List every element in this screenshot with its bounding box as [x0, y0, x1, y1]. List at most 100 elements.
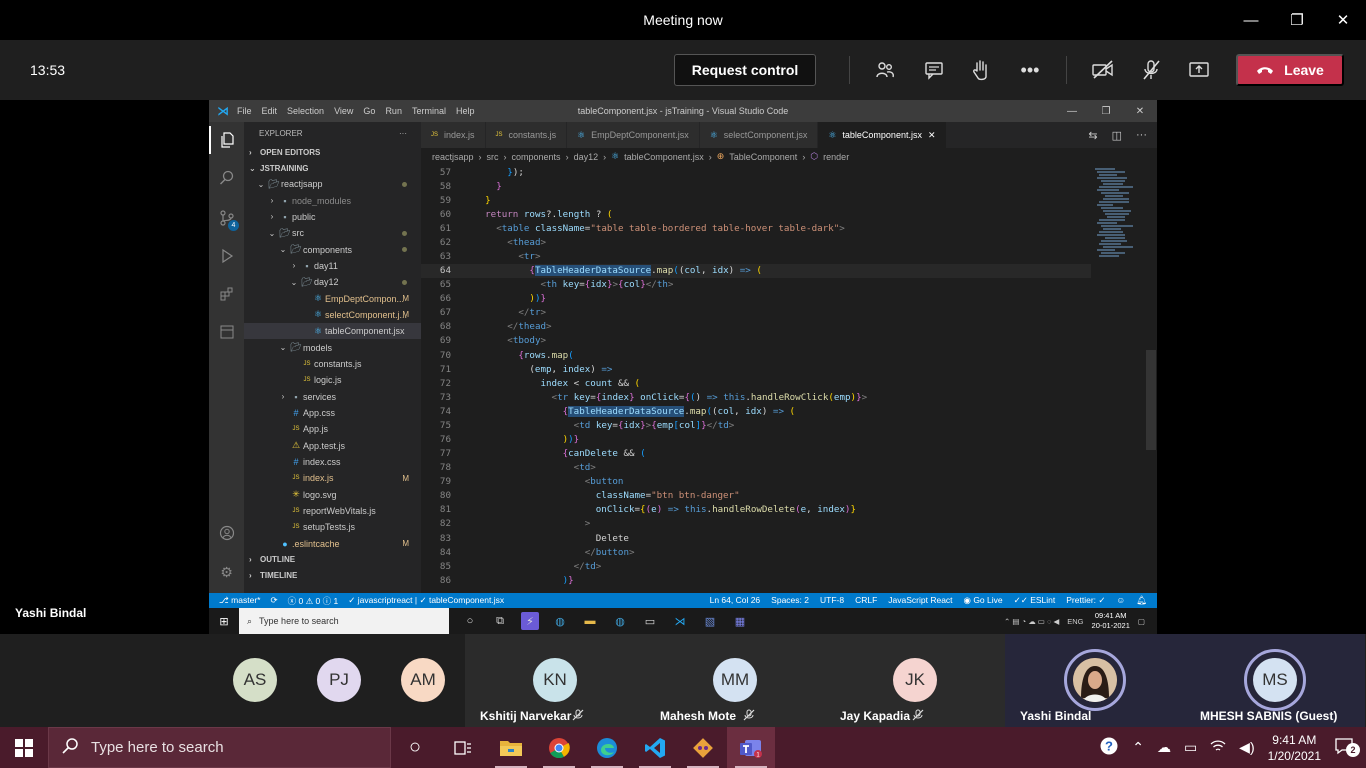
- tree-item[interactable]: ● .eslintcache M: [244, 536, 421, 552]
- git-tool-icon[interactable]: [679, 727, 727, 768]
- taskbar-search-box[interactable]: Type here to search: [48, 727, 391, 768]
- code-line[interactable]: 75 <td key={idx}>{emp[col]}</td>: [421, 418, 1091, 432]
- encoding[interactable]: UTF-8: [820, 595, 844, 606]
- code-line[interactable]: 76 ))}: [421, 432, 1091, 446]
- accounts-icon[interactable]: [209, 519, 244, 547]
- participant-avatar[interactable]: MS: [1253, 658, 1297, 702]
- tree-item[interactable]: # App.css: [244, 405, 421, 421]
- chevron-up-icon[interactable]: ⌃: [1132, 739, 1144, 756]
- tree-item[interactable]: JS constants.js: [244, 356, 421, 372]
- prettier-status[interactable]: Prettier: ✓: [1066, 595, 1105, 606]
- maximize-icon[interactable]: ❐: [1274, 0, 1320, 40]
- minimize-icon[interactable]: —: [1055, 100, 1089, 122]
- source-control-icon[interactable]: 4: [209, 204, 244, 232]
- workspace-section[interactable]: ⌄ JSTRAINING: [244, 160, 421, 176]
- menu-go[interactable]: Go: [363, 106, 375, 116]
- onedrive-icon[interactable]: ☁: [1157, 739, 1171, 756]
- branch-status[interactable]: ⎇ master*: [219, 595, 260, 607]
- notifications-bell-icon[interactable]: 🔔︎: [1136, 595, 1147, 606]
- tree-item[interactable]: ⌄ 📂︎ models: [244, 339, 421, 355]
- menu-run[interactable]: Run: [385, 106, 402, 116]
- battery-icon[interactable]: ▭: [1184, 739, 1197, 756]
- tree-item[interactable]: ⚛ EmpDeptCompon... M: [244, 290, 421, 306]
- more-actions-icon[interactable]: ···: [399, 129, 407, 138]
- extensions-icon[interactable]: [209, 280, 244, 308]
- menu-selection[interactable]: Selection: [287, 106, 324, 116]
- code-line[interactable]: 72 index < count && (: [421, 376, 1091, 390]
- code-line[interactable]: 85 </td>: [421, 559, 1091, 573]
- help-icon[interactable]: ?: [1099, 736, 1119, 759]
- code-line[interactable]: 66 ))}: [421, 292, 1091, 306]
- outline-section[interactable]: › OUTLINE: [244, 552, 421, 568]
- wifi-icon[interactable]: [1210, 739, 1226, 756]
- code-line[interactable]: 81 onClick={(e) => this.handleRowDelete(…: [421, 503, 1091, 517]
- cursor-position[interactable]: Ln 64, Col 26: [710, 595, 761, 606]
- explorer-icon[interactable]: [209, 126, 244, 154]
- participant-avatar[interactable]: PJ: [317, 658, 361, 702]
- more-actions-icon[interactable]: ···: [1136, 129, 1147, 141]
- code-line[interactable]: 68 </thead>: [421, 320, 1091, 334]
- breadcrumb-item[interactable]: reactjsapp: [432, 152, 474, 162]
- raise-hand-icon[interactable]: [969, 58, 993, 82]
- breadcrumb-item[interactable]: src: [487, 152, 499, 162]
- tree-item[interactable]: ⚠ App.test.js: [244, 438, 421, 454]
- tree-item[interactable]: JS reportWebVitals.js: [244, 503, 421, 519]
- tree-item[interactable]: # index.css: [244, 454, 421, 470]
- editor-tab[interactable]: ⚛ tableComponent.jsx ✕: [818, 122, 947, 148]
- editor-scrollbar[interactable]: [1146, 350, 1156, 450]
- code-line[interactable]: 73 <tr key={index} onClick={() => this.h…: [421, 390, 1091, 404]
- participant-avatar[interactable]: AS: [233, 658, 277, 702]
- participant-photo[interactable]: [1073, 658, 1117, 702]
- code-line[interactable]: 70 {rows.map(: [421, 348, 1091, 362]
- editor-tab[interactable]: ⚛ selectComponent.jsx: [699, 122, 819, 148]
- tree-item[interactable]: JS setupTests.js: [244, 519, 421, 535]
- open-editors-section[interactable]: › OPEN EDITORS: [244, 144, 421, 160]
- tree-item[interactable]: JS App.js: [244, 421, 421, 437]
- camera-off-icon[interactable]: [1091, 58, 1115, 82]
- tree-item[interactable]: › ▪ public: [244, 209, 421, 225]
- run-debug-icon[interactable]: [209, 242, 244, 270]
- code-line[interactable]: 64 {TableHeaderDataSource.map((col, idx)…: [421, 263, 1091, 278]
- code-editor[interactable]: 57 }); 58 } 59 } 60 return rows?.length ? (…: [421, 165, 1091, 590]
- menu-view[interactable]: View: [334, 106, 353, 116]
- participant-avatar[interactable]: AM: [401, 658, 445, 702]
- notification-center-icon[interactable]: 2: [1334, 737, 1360, 758]
- code-line[interactable]: 79 <button: [421, 475, 1091, 489]
- compare-icon[interactable]: ⇆: [1088, 129, 1097, 142]
- tree-item[interactable]: JS index.js M: [244, 470, 421, 486]
- breadcrumb-item[interactable]: tableComponent.jsx: [624, 152, 704, 162]
- code-line[interactable]: 77 {canDelete && (: [421, 447, 1091, 461]
- vscode-taskbar-icon[interactable]: [631, 727, 679, 768]
- code-line[interactable]: 60 return rows?.length ? (: [421, 207, 1091, 221]
- tree-item[interactable]: ⌄ 📂︎ day12: [244, 274, 421, 290]
- code-line[interactable]: 63 <tr>: [421, 249, 1091, 263]
- code-line[interactable]: 65 <th key={idx}>{col}</th>: [421, 278, 1091, 292]
- code-line[interactable]: 74 {TableHeaderDataSource.map((col, idx)…: [421, 404, 1091, 418]
- close-tab-icon[interactable]: ✕: [928, 130, 936, 141]
- windows-start-icon[interactable]: [0, 727, 48, 768]
- leave-button[interactable]: Leave: [1236, 54, 1344, 86]
- remote-explorer-icon[interactable]: [209, 318, 244, 346]
- restore-icon[interactable]: ❐: [1089, 100, 1123, 122]
- volume-icon[interactable]: ◀︎): [1239, 739, 1254, 756]
- search-icon[interactable]: [209, 164, 244, 192]
- code-line[interactable]: 69 <tbody>: [421, 334, 1091, 348]
- indentation[interactable]: Spaces: 2: [771, 595, 809, 606]
- teams-taskbar-icon[interactable]: 1: [727, 727, 775, 768]
- participant-avatar[interactable]: MM: [713, 658, 757, 702]
- menu-help[interactable]: Help: [456, 106, 475, 116]
- cortana-icon[interactable]: ○: [391, 727, 439, 768]
- eslint-status[interactable]: ✓✓ ESLint: [1014, 595, 1056, 606]
- breadcrumb-item[interactable]: day12: [574, 152, 599, 162]
- close-icon[interactable]: ✕: [1123, 100, 1157, 122]
- problems-status[interactable]: ⓧ 0 ⚠ 0 ⓘ 1: [288, 595, 339, 607]
- code-line[interactable]: 67 </tr>: [421, 306, 1091, 320]
- participant-avatar[interactable]: JK: [893, 658, 937, 702]
- feedback-icon[interactable]: ☺: [1117, 595, 1126, 606]
- chat-icon[interactable]: [922, 58, 946, 82]
- tree-item[interactable]: ⌄ 📂︎ src: [244, 225, 421, 241]
- tree-item[interactable]: › ▪ node_modules: [244, 192, 421, 208]
- minimize-icon[interactable]: —: [1228, 0, 1274, 40]
- sync-icon[interactable]: ⟳: [270, 595, 277, 607]
- code-line[interactable]: 82 >: [421, 517, 1091, 531]
